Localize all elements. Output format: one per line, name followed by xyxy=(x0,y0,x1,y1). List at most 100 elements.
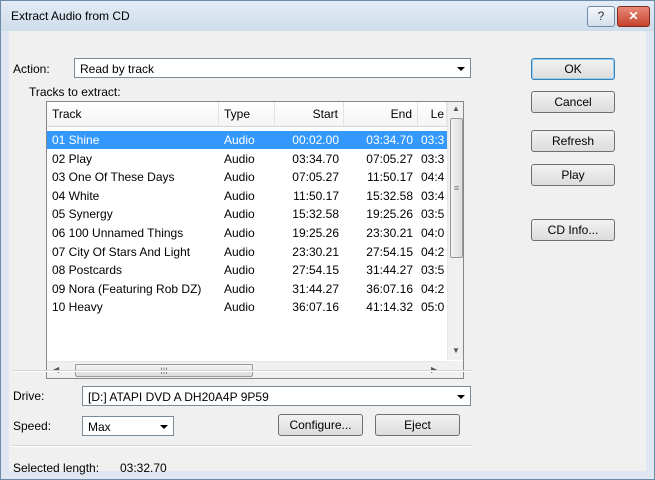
vertical-scrollbar[interactable]: ▲ ≡ ▼ xyxy=(447,102,463,360)
speed-dropdown[interactable]: Max xyxy=(82,416,174,436)
track-row[interactable]: 01 Shine Audio 00:02.00 03:34.70 03:3 xyxy=(47,131,447,149)
track-name: 04 White xyxy=(52,188,100,203)
vertical-scroll-thumb[interactable]: ≡ xyxy=(450,118,463,258)
play-button[interactable]: Play xyxy=(531,164,615,186)
speed-label: Speed: xyxy=(13,419,52,433)
track-row[interactable]: 02 Play Audio 03:34.70 07:05.27 03:3 xyxy=(47,150,447,168)
track-type: Audio xyxy=(224,188,255,203)
refresh-button[interactable]: Refresh xyxy=(531,130,615,152)
track-start: 15:32.58 xyxy=(292,207,339,222)
grip-icon: ≡ xyxy=(453,183,460,193)
track-type: Audio xyxy=(224,300,255,315)
track-start: 19:25.26 xyxy=(292,226,339,240)
title-bar[interactable]: Extract Audio from CD ? ✕ xyxy=(1,1,654,31)
track-type: Audio xyxy=(224,170,255,185)
track-type: Audio xyxy=(224,133,255,147)
scroll-up-icon[interactable]: ▲ xyxy=(452,104,460,113)
selected-length-label: Selected length: xyxy=(13,461,100,475)
cancel-button[interactable]: Cancel xyxy=(531,91,615,113)
track-start: 31:44.27 xyxy=(292,281,339,296)
track-end: 31:44.27 xyxy=(366,263,413,278)
track-length: 03:3 xyxy=(421,151,445,166)
track-type: Audio xyxy=(224,207,255,222)
track-type: Audio xyxy=(224,151,255,166)
track-end: 36:07.16 xyxy=(366,281,413,296)
track-type: Audio xyxy=(224,263,255,278)
track-name: 05 Synergy xyxy=(52,207,113,222)
column-header-track[interactable]: Track xyxy=(47,102,219,126)
scroll-down-icon[interactable]: ▼ xyxy=(452,346,460,355)
track-end: 19:25.26 xyxy=(366,207,413,222)
dialog-body: Action: Read by track Tracks to extract:… xyxy=(9,31,646,475)
track-start: 07:05.27 xyxy=(292,170,339,185)
track-end: 07:05.27 xyxy=(366,151,413,166)
dialog-title: Extract Audio from CD xyxy=(11,9,130,23)
track-length: 03:5 xyxy=(421,207,445,222)
drive-dropdown[interactable]: [D:] ATAPI DVD A DH20A4P 9P59 xyxy=(82,386,471,406)
action-value: Read by track xyxy=(80,62,155,76)
track-row[interactable]: 09 Nora (Featuring Rob DZ) Audio 31:44.27 3… xyxy=(47,280,447,298)
track-length: 04:4 xyxy=(421,170,445,185)
track-name: 03 One Of These Days xyxy=(52,170,175,185)
track-name: 01 Shine xyxy=(52,133,100,147)
track-start: 36:07.16 xyxy=(292,300,339,315)
track-name: 09 Nora (Featuring Rob DZ) xyxy=(52,281,202,296)
track-name: 10 Heavy xyxy=(52,300,103,315)
chevron-down-icon xyxy=(160,425,168,429)
track-start: 27:54.15 xyxy=(292,263,339,278)
action-dropdown[interactable]: Read by track xyxy=(74,58,471,78)
track-start: 03:34.70 xyxy=(292,151,339,166)
track-end: 41:14.32 xyxy=(366,300,413,315)
selected-length-value: 03:32.70 xyxy=(120,461,167,475)
track-type: Audio xyxy=(224,244,255,259)
track-type: Audio xyxy=(224,226,255,240)
track-end: 27:54.15 xyxy=(366,244,413,259)
column-header-end[interactable]: End xyxy=(344,102,418,126)
track-name: 02 Play xyxy=(52,151,93,166)
track-row[interactable]: 04 White Audio 11:50.17 15:32.58 03:4 xyxy=(47,187,447,205)
track-name: 08 Postcards xyxy=(52,263,123,278)
track-row[interactable]: 07 City Of Stars And Light Audio 23:30.21 2… xyxy=(47,243,447,261)
track-end: 15:32.58 xyxy=(366,188,413,203)
track-row[interactable]: 10 Heavy Audio 36:07.16 41:14.32 05:0 xyxy=(47,298,447,316)
track-length: 03:3 xyxy=(421,133,445,147)
track-name: 07 City Of Stars And Light xyxy=(52,244,191,259)
tracks-header: Track Type Start End Le xyxy=(47,102,447,127)
ok-button[interactable]: OK xyxy=(531,58,615,80)
configure-button[interactable]: Configure... xyxy=(278,414,363,436)
tracks-list[interactable]: Track Type Start End Le 01 Shine Audio 00:… xyxy=(46,101,464,379)
track-length: 04:0 xyxy=(421,226,445,240)
help-button[interactable]: ? xyxy=(587,6,615,27)
eject-button[interactable]: Eject xyxy=(375,414,460,436)
track-start: 11:50.17 xyxy=(293,188,339,203)
track-row[interactable]: 08 Postcards Audio 27:54.15 31:44.27 03:5 xyxy=(47,261,447,279)
extract-audio-dialog: Extract Audio from CD ? ✕ Action: Read b… xyxy=(0,0,655,480)
drive-value: [D:] ATAPI DVD A DH20A4P 9P59 xyxy=(88,390,269,404)
tracks-label: Tracks to extract: xyxy=(29,85,121,99)
track-row[interactable]: 03 One Of These Days Audio 07:05.27 11:50.1… xyxy=(47,168,447,186)
column-header-type[interactable]: Type xyxy=(219,102,275,126)
drive-label: Drive: xyxy=(13,389,45,403)
track-length: 03:5 xyxy=(421,263,445,278)
track-name: 06 100 Unnamed Things xyxy=(52,226,184,240)
divider xyxy=(12,445,472,447)
track-length: 04:2 xyxy=(421,281,445,296)
track-row[interactable]: 05 Synergy Audio 15:32.58 19:25.26 03:5 xyxy=(47,205,447,223)
column-header-start[interactable]: Start xyxy=(275,102,344,126)
track-length: 05:0 xyxy=(421,300,445,315)
track-start: 00:02.00 xyxy=(292,133,339,147)
track-start: 23:30.21 xyxy=(292,244,339,259)
cd-info-button[interactable]: CD Info... xyxy=(531,219,615,241)
track-end: 11:50.17 xyxy=(367,170,413,185)
track-end: 23:30.21 xyxy=(366,226,413,240)
column-header-length[interactable]: Le xyxy=(418,102,447,126)
track-length: 04:2 xyxy=(421,244,445,259)
track-row[interactable]: 06 100 Unnamed Things Audio 19:25.26 23:30.… xyxy=(47,224,447,242)
track-length: 03:4 xyxy=(421,188,445,203)
track-type: Audio xyxy=(224,281,255,296)
chevron-down-icon xyxy=(457,67,465,71)
close-button[interactable]: ✕ xyxy=(617,6,650,27)
divider xyxy=(12,370,472,372)
action-label: Action: xyxy=(13,62,50,76)
chevron-down-icon xyxy=(457,395,465,399)
